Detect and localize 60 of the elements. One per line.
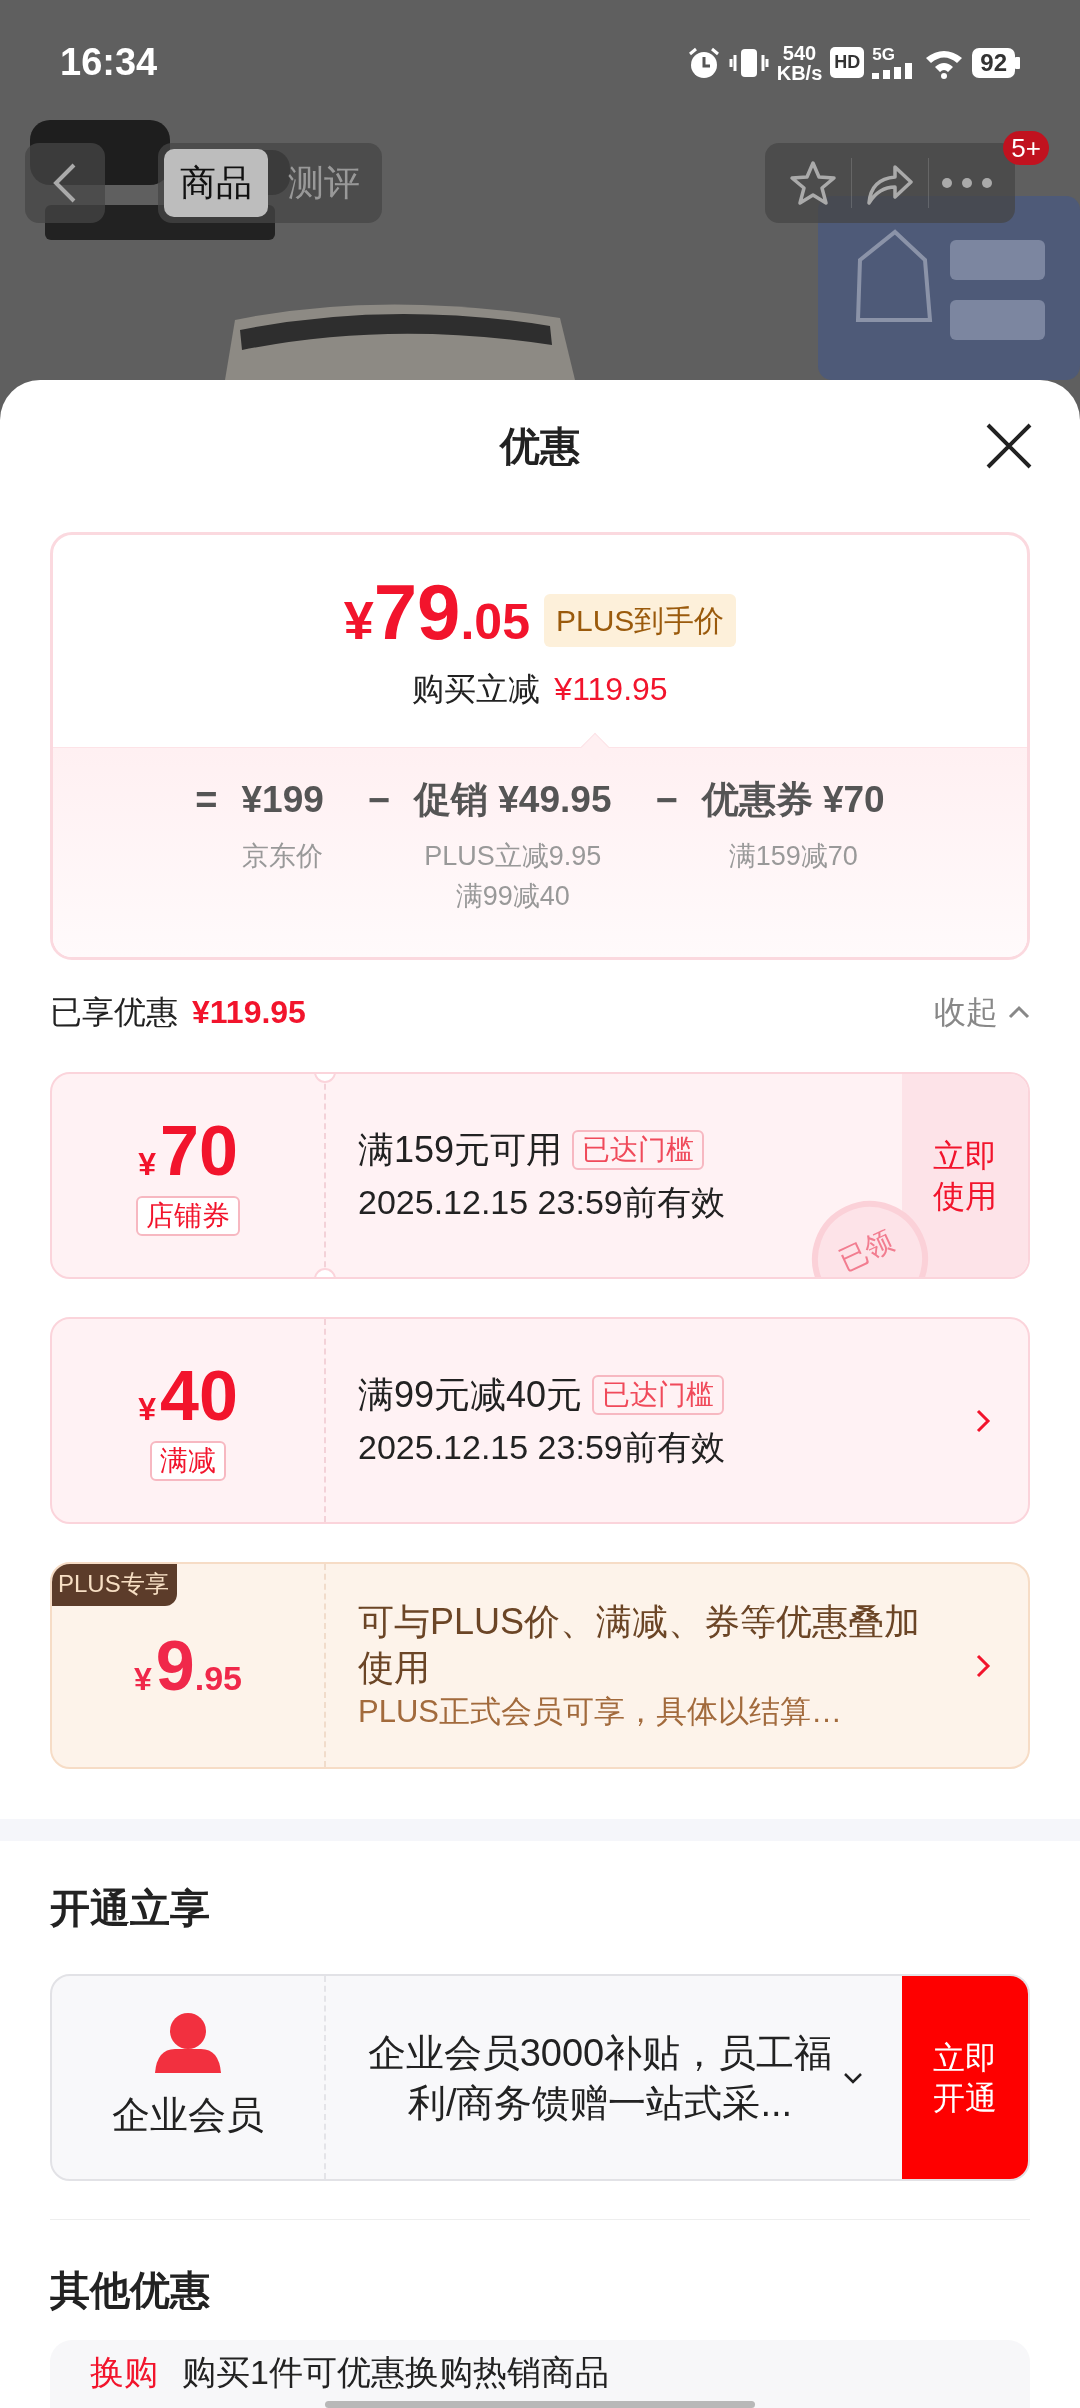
back-button[interactable]: [25, 143, 105, 223]
enjoyed-label: 已享优惠: [50, 993, 178, 1032]
threshold-tag: 已达门槛: [592, 1375, 725, 1415]
product-tab[interactable]: 测评: [272, 149, 376, 217]
saving-label: 购买立减: [412, 670, 541, 709]
section-title: 其他优惠: [50, 2267, 211, 2314]
coupon-type-tag: 满减: [150, 1440, 226, 1481]
plus-ribbon: PLUS专享: [52, 1564, 177, 1606]
collapse-toggle[interactable]: 收起: [934, 988, 1030, 1036]
alarm-icon: [686, 45, 721, 80]
close-icon: [984, 421, 1034, 471]
coupon-validity: 2025.12.15 23:59前有效: [358, 1427, 726, 1468]
breakdown-note: 京东价: [242, 840, 324, 873]
breakdown-value: 促销 ¥49.95: [414, 778, 612, 822]
coupon-validity: 2025.12.15 23:59前有效: [358, 1182, 726, 1223]
network-speed-unit: KB/s: [776, 62, 823, 83]
network-type: 5G: [872, 46, 896, 63]
saving-amount: ¥119.95: [554, 670, 668, 709]
person-icon: [153, 2011, 223, 2075]
offer-tag: 换购: [90, 2352, 158, 2392]
chevron-right-icon: [975, 1407, 991, 1434]
offer-row[interactable]: 换购 购买1件可优惠换购热销商品: [50, 2340, 1030, 2408]
use-now-button[interactable]: 立即使用: [902, 1074, 1028, 1277]
offer-text: 购买1件可优惠换购热销商品: [182, 2352, 609, 2392]
threshold-tag: 已达门槛: [572, 1130, 705, 1170]
section-title: 开通立享: [50, 1885, 211, 1932]
battery-tip-icon: [1015, 56, 1020, 69]
hd-indicator: HD: [830, 47, 865, 78]
operator-sign: −: [655, 778, 678, 823]
membership-name: 企业会员: [112, 2093, 264, 2138]
coupon-condition: 满99元减40元: [358, 1373, 583, 1417]
plus-benefit-title: 可与PLUS价、满减、券等优惠叠加使用: [358, 1599, 922, 1690]
coupon-type-tag: 店铺券: [136, 1195, 240, 1236]
more-icon: [941, 177, 993, 189]
product-tab[interactable]: 商品: [164, 149, 268, 217]
membership-description: 企业会员3000补贴，员工福利/商务馈赠一站式采...: [366, 2030, 834, 2126]
star-icon: [789, 160, 837, 206]
coupon-condition: 满159元可用: [358, 1128, 563, 1172]
plus-benefit-note: PLUS正式会员可享，具体以结算…: [358, 1692, 843, 1731]
coupon-amount: ¥70: [138, 1115, 238, 1186]
final-price: ¥79.05: [343, 573, 530, 658]
network-speed: 540: [782, 42, 817, 63]
chevron-down-icon: [843, 2072, 863, 2085]
open-now-button[interactable]: 立即开通: [902, 1976, 1028, 2179]
operator-sign: =: [195, 778, 218, 823]
breakdown-value: ¥199: [241, 778, 324, 822]
message-badge: 5+: [1003, 131, 1049, 165]
breakdown-note: PLUS立减9.95: [424, 840, 602, 873]
coupon-amount: ¥40: [138, 1360, 238, 1431]
coupon-amount: ¥9.95: [134, 1630, 242, 1701]
breakdown-note: 满159减70: [728, 840, 858, 873]
chevron-right-icon: [975, 1652, 991, 1679]
status-time: 16:34: [60, 40, 158, 85]
battery-level: 92: [972, 47, 1015, 78]
breakdown-note: 满99减40: [455, 880, 570, 913]
breakdown-value: 优惠券 ¥70: [701, 778, 885, 822]
price-tag: PLUS到手价: [543, 594, 737, 647]
enjoyed-amount: ¥119.95: [192, 993, 306, 1032]
sheet-title: 优惠: [500, 423, 580, 470]
operator-sign: −: [367, 778, 390, 823]
